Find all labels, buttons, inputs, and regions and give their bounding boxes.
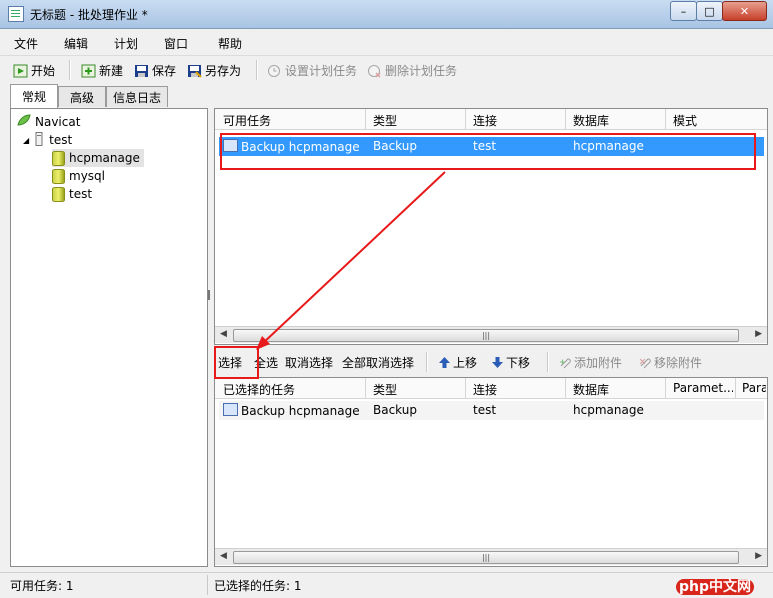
annotation-arrow <box>256 171 446 350</box>
